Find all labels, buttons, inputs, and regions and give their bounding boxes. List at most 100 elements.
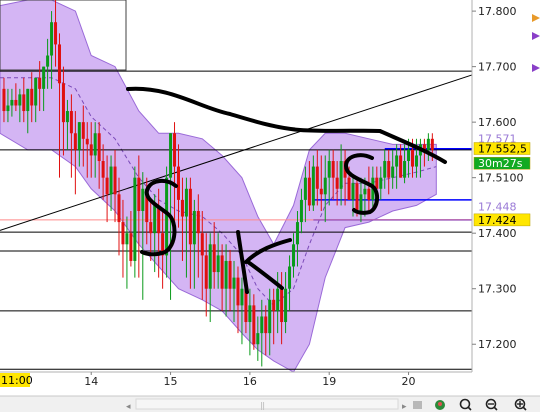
candle-body [307,177,311,206]
candle-body [411,149,415,167]
candle-body [169,133,173,178]
price-tag-label: 17.424 [478,214,517,227]
candle-body [129,233,133,261]
candle-body [50,22,54,56]
candle-body [30,88,34,106]
candle-body [153,205,157,234]
candle-body [295,222,299,245]
candle-body [89,144,93,156]
candle-body [292,244,296,267]
price-tick-label: 17.200 [478,338,517,351]
candle-body [188,188,192,245]
price-tick-label: 17.5100 [478,172,524,185]
candle-body [165,177,169,256]
candle-body [383,161,387,178]
candle-body [54,22,58,45]
candle-body [109,166,113,195]
candle-body [34,77,38,106]
candle-body [351,183,355,200]
candle-body [42,66,46,89]
candle-body [403,161,407,178]
price-tick-label: 17.800 [478,5,517,18]
chevron-left-icon[interactable]: ◂ [126,402,131,412]
time-tick-label: 14 [84,375,98,388]
price-tick-label: 17.600 [478,116,517,129]
candle-body [204,255,208,289]
time-tick-label: 15 [164,375,178,388]
candle-body [212,244,216,273]
candle-body [6,105,10,112]
candle-body [335,177,339,189]
candle-body [387,161,391,178]
candle-body [399,155,403,178]
print-icon[interactable] [413,401,422,409]
candle-body [359,194,363,211]
price-tick-label: 17.300 [478,283,517,296]
candle-body [192,210,196,245]
candle-body [93,133,97,156]
price-tag-label: 17.448 [478,201,517,214]
bottom-toolbar: ◂ ⣿ ▸ [0,395,540,412]
candle-body [228,260,232,289]
candle-body [141,188,145,211]
candle-body [69,111,73,134]
candle-body [299,199,303,223]
candle-body [22,94,26,112]
candle-body [288,266,292,289]
candle-body [137,177,141,211]
robot-icon[interactable] [435,400,445,410]
candle-body [180,199,184,217]
candle-body [18,94,22,106]
candle-body [347,177,351,200]
candle-body [101,161,105,178]
candle-body [173,133,177,167]
candle-body [252,305,256,345]
price-tag-label: 17.552,5 [478,143,527,156]
candle-body [248,305,252,323]
candle-body [268,299,272,334]
candle-body [272,299,276,311]
candle-body [46,55,50,67]
candle-body [133,177,137,261]
candle-body [311,166,315,206]
candle-body [367,188,371,200]
chart-window[interactable]: 17.800 17.700 17.600 17.5100 17.400 17.300 17.… [0,0,540,412]
time-tick-label: 16 [243,375,257,388]
scroll-thumb-icon[interactable]: ⣿ [135,398,399,410]
candle-body [303,177,307,200]
candle-body [208,244,212,289]
candle-body [232,277,236,289]
candle-body [125,233,129,245]
candle-body [216,255,220,273]
candle-body [105,177,109,195]
candle-body [2,88,6,112]
candle-body [176,166,180,200]
candle-body [379,177,383,189]
candle-body [38,77,42,89]
candle-body [430,138,434,150]
candle-body [391,166,395,178]
time-tick-label: 11:00 [1,374,33,387]
svg-text:⣿: ⣿ [260,402,265,410]
candle-body [121,222,125,245]
candle-body [113,166,117,195]
price-tag-label: 30m27s [478,157,523,170]
candle-body [220,255,224,289]
time-tick-label: 19 [322,375,336,388]
candle-body [256,333,260,345]
candle-body [407,149,411,162]
candle-body [224,260,228,289]
candle-body [61,83,65,123]
candlestick-chart[interactable]: 17.800 17.700 17.600 17.5100 17.400 17.300 17.… [0,0,540,412]
candle-body [331,161,335,178]
candle-body [196,210,200,234]
candle-body [117,194,121,223]
candle-body [426,138,430,150]
candle-body [323,177,327,195]
candle-body [26,88,30,112]
candle-body [14,99,18,106]
chevron-right-icon[interactable]: ▸ [402,402,407,412]
candle-body [240,288,244,306]
price-tick-label: 17.400 [478,227,517,240]
candle-body [77,122,81,150]
